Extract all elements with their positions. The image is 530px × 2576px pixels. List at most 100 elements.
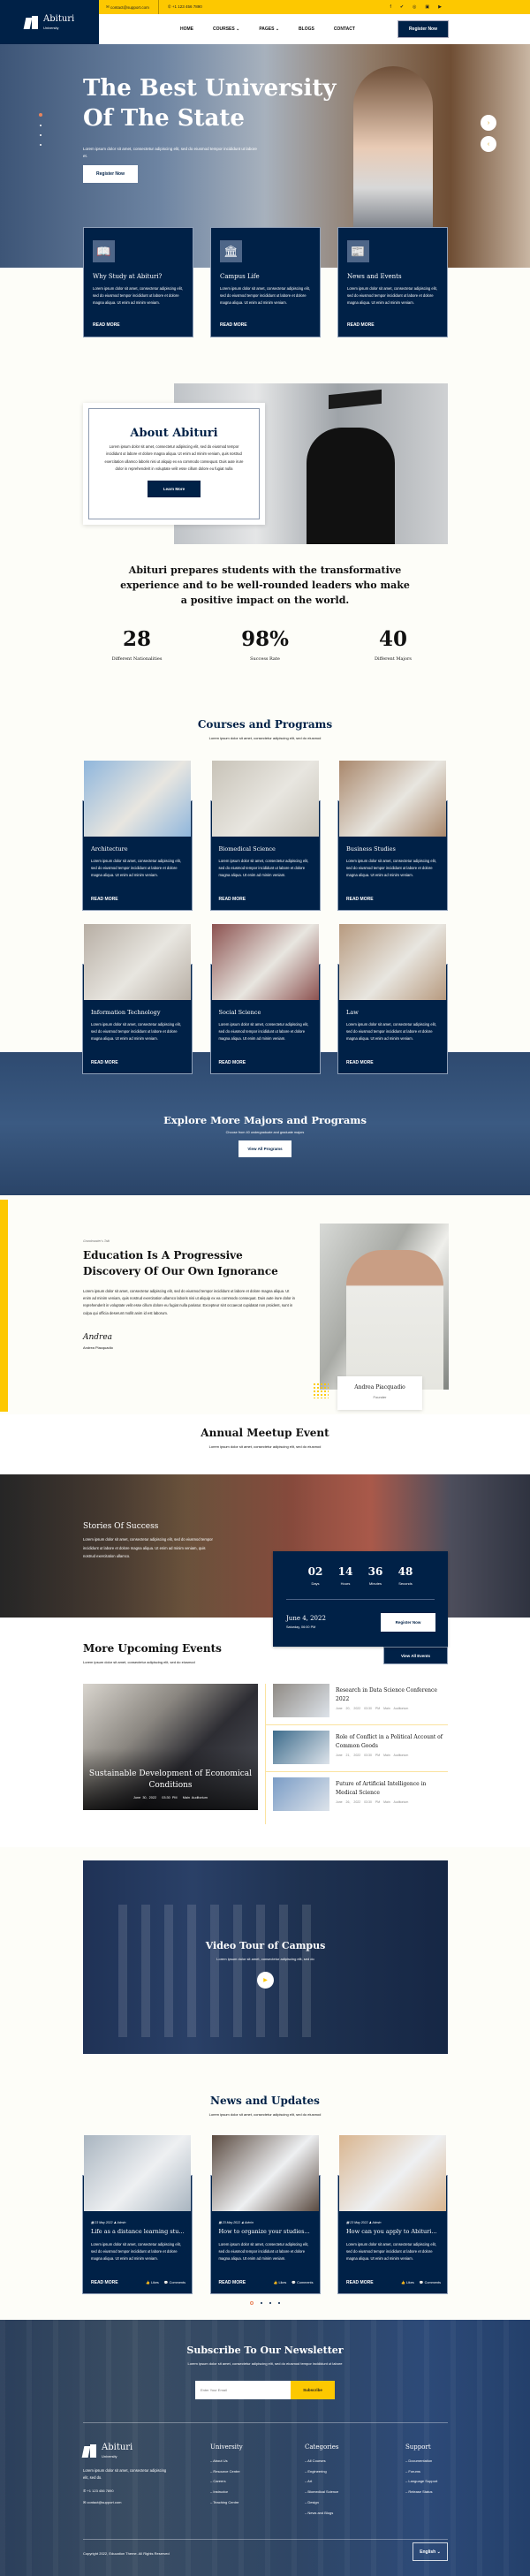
footer-link[interactable]: Design [305,2497,339,2508]
nav-contact[interactable]: CONTACT [334,27,355,32]
signature-name: Andrea Piacquadio [83,1345,113,1350]
footer-link[interactable]: Art [305,2476,339,2487]
news-pagination [0,2301,530,2305]
likes-label: Likes [405,2281,414,2284]
likes-button[interactable]: 👍 Likes [146,2280,159,2284]
footer-email[interactable]: ✉ contact@support.com [83,2500,171,2504]
nav-pages[interactable]: PAGES ⌄ [259,27,279,32]
read-more-link[interactable]: READ MORE [91,2280,118,2285]
footer-link[interactable]: Instructor [210,2487,243,2497]
event-register-button[interactable]: Register Now [381,1613,435,1632]
instagram-icon[interactable]: ◎ [413,4,416,10]
course-image [339,761,446,837]
featured-event[interactable]: Sustainable Development of Economical Co… [83,1684,258,1810]
newsletter-email-input[interactable] [195,2381,291,2399]
pagination-dot[interactable] [250,2301,254,2305]
slider-dot[interactable] [39,113,42,117]
hero-register-button[interactable]: Register Now [83,165,138,183]
read-more-link[interactable]: READ MORE [346,2280,374,2285]
course-card: Law Lorem ipsum dolor sit amet, consectet… [337,924,448,1074]
slider-dot[interactable] [40,144,42,146]
pagination-dot[interactable] [261,2302,262,2304]
play-icon[interactable]: ▶ [257,1972,274,1989]
read-more-link[interactable]: READ MORE [91,897,118,902]
principal-kicker: Grandmaster's Talk [83,1239,110,1243]
read-more-link[interactable]: READ MORE [219,2280,246,2285]
footer-link[interactable]: Resource Centre [210,2466,243,2477]
news-title[interactable]: Life as a distance learning stu... [91,2228,185,2235]
slider-dot[interactable] [40,134,42,136]
footer-link[interactable]: Teaching Centre [210,2497,243,2508]
news-meta: ▦ 23 May 2022 ♟ Admin [346,2221,381,2224]
nav-home[interactable]: HOME [180,27,193,32]
event-list-item[interactable]: Research in Data Science Conference 2022… [266,1684,448,1725]
stat-item: 40 Different Majors [353,627,433,662]
news-title[interactable]: How to organize your studies... [219,2228,310,2235]
view-all-events-button[interactable]: View All Events [383,1647,448,1664]
read-more-link[interactable]: READ MORE [219,897,246,902]
next-arrow-icon[interactable]: › [481,115,496,131]
comments-button[interactable]: 💬 Comments [292,2280,313,2284]
register-button[interactable]: Register Now [398,20,449,38]
read-more-link[interactable]: READ MORE [346,1060,374,1065]
subscribe-button[interactable]: Subscribe [291,2381,335,2399]
footer-link[interactable]: Documentation [405,2456,437,2466]
logo[interactable]: Abituri University [0,0,99,44]
event-title: Research in Data Science Conference 2022 [336,1687,437,1702]
linkedin-icon[interactable]: ▣ [425,4,429,10]
read-more-link[interactable]: READ MORE [219,1060,246,1065]
footer-divider [83,2422,448,2423]
news-date: 23 May 2022 [350,2221,368,2224]
read-more-link[interactable]: READ MORE [346,897,374,902]
footer-link[interactable]: Language Support [405,2476,437,2487]
news-title[interactable]: How can you apply to Abituri... [346,2228,437,2235]
read-more-link[interactable]: READ MORE [93,322,120,328]
youtube-icon[interactable]: ▶ [438,4,442,10]
stat-label: Different Majors [375,656,412,662]
pagination-dot[interactable] [269,2302,271,2304]
stat-value: 28 [122,627,151,651]
footer-link[interactable]: Engineering [305,2466,339,2477]
featured-event-meta: June 30, 2022 03:30 PM Main Auditorium [133,1796,208,1799]
event-time: 03:30 PM [364,1707,381,1710]
nav-blogs[interactable]: BLOGS [299,27,314,32]
comments-button[interactable]: 💬 Comments [164,2280,186,2284]
footer-link[interactable]: All Courses [305,2456,339,2466]
footer-link[interactable]: Release Status [405,2487,437,2497]
likes-button[interactable]: 👍 Likes [274,2280,287,2284]
footer-link[interactable]: About Us [210,2456,243,2466]
event-time: 03:30 PM [364,1754,381,1757]
footer-link[interactable]: Forums [405,2466,437,2477]
prev-arrow-icon[interactable]: ‹ [481,136,496,152]
twitter-icon[interactable]: ✔ [400,4,404,10]
event-list: Research in Data Science Conference 2022… [265,1684,448,1824]
footer-link[interactable]: Biomedical Science [305,2487,339,2497]
read-more-link[interactable]: READ MORE [347,322,375,328]
view-all-programs-button[interactable]: View All Programs [238,1140,292,1157]
principal-text: Lorem ipsum dolor sit amet, consectetur … [83,1289,295,1315]
feature-text: Lorem ipsum dolor sit amet, consectetur … [220,286,310,305]
read-more-link[interactable]: READ MORE [220,322,247,328]
event-list-item[interactable]: Future of Artificial Intelligence in Med… [266,1777,448,1819]
nav-courses[interactable]: COURSES ⌄ [213,27,239,32]
newsletter-text: Lorem ipsum dolor sit amet, consectetur … [187,2361,343,2366]
language-select[interactable]: English ⌄ [413,2542,448,2561]
learn-more-button[interactable]: Learn More [147,481,201,498]
topbar-email[interactable]: ✉ contact@support.com [99,0,159,14]
stat-item: 28 Different Nationalities [97,627,177,662]
footer-link[interactable]: Careers [210,2476,243,2487]
hero-title: The Best University Of The State [83,73,337,133]
countdown-hours: 14 Hours [337,1565,353,1586]
stat-label: Success Rate [250,656,280,662]
footer-phone[interactable]: ✆ +1 123 456 7890 [83,2489,171,2493]
pagination-dot[interactable] [278,2302,280,2304]
comments-label: Comments [297,2281,314,2284]
slider-dot[interactable] [40,125,42,126]
topbar-phone[interactable]: ✆ +1 123 456 7890 [159,4,202,10]
footer-link[interactable]: News and Blogs [305,2508,339,2519]
read-more-link[interactable]: READ MORE [91,1060,118,1065]
event-list-item[interactable]: Role of Conflict in a Political Account … [266,1731,448,1772]
comments-button[interactable]: 💬 Comments [420,2280,441,2284]
likes-button[interactable]: 👍 Likes [401,2280,414,2284]
main-nav: HOME COURSES ⌄ PAGES ⌄ BLOGS CONTACT Reg… [99,14,530,44]
